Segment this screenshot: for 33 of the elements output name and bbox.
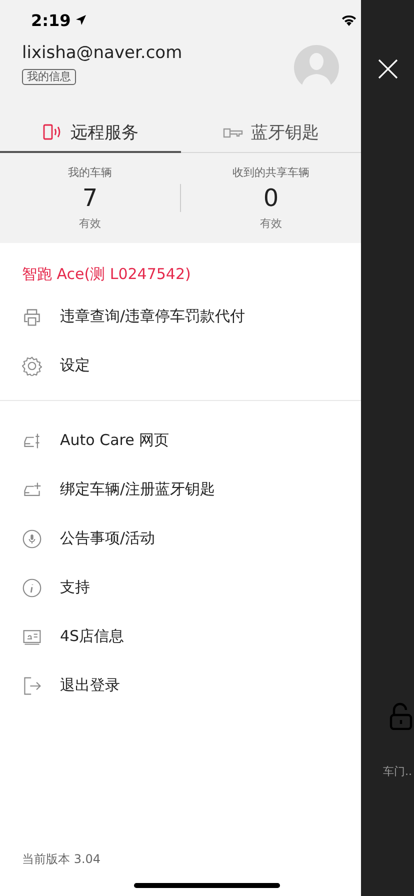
menu-item[interactable]: 退出登录 <box>0 661 361 710</box>
settings-icon <box>22 356 42 376</box>
phone-signal-icon <box>42 122 62 142</box>
stat-label: 收到的共享车辆 <box>232 165 310 180</box>
stat-label: 我的车辆 <box>68 165 112 180</box>
vehicle-title: 智跑 Ace(测 L0247542) <box>21 264 192 285</box>
logout-icon <box>22 676 42 696</box>
version-label: 当前版本 3.04 <box>22 852 101 866</box>
location-arrow-icon <box>74 14 87 26</box>
tab[interactable]: 远程服务 <box>0 113 180 153</box>
menu-item[interactable]: 4S店信息 <box>0 612 361 661</box>
menu-item[interactable]: 支持 <box>0 563 361 612</box>
avatar-icon <box>294 45 339 90</box>
tab[interactable]: 蓝牙钥匙 <box>180 113 361 153</box>
close-icon[interactable] <box>376 58 398 80</box>
unlocked-padlock-icon <box>388 702 412 730</box>
menu-item[interactable]: Auto Care 网页 <box>0 416 361 465</box>
printer-icon <box>22 306 42 326</box>
stat-count: 7 <box>82 184 98 212</box>
status-time: 2:19 <box>31 10 71 30</box>
menu-item[interactable]: 公告事项/活动 <box>0 514 361 563</box>
account-email: lixisha@naver.com <box>22 43 182 63</box>
wifi-icon <box>341 14 357 26</box>
door-label: 车门.. <box>383 764 412 779</box>
menu-item[interactable]: 设定 <box>0 341 361 390</box>
stat-count: 0 <box>263 184 279 212</box>
stat-status: 有效 <box>79 216 101 231</box>
menu-item[interactable]: 违章查询/违章停车罚款代付 <box>0 292 361 341</box>
microphone-icon <box>22 528 42 548</box>
info-icon <box>22 578 42 598</box>
menu-item[interactable]: 绑定车辆/注册蓝牙钥匙 <box>0 465 361 514</box>
my-info-button[interactable]: 我的信息 <box>22 69 76 85</box>
stat-status: 有效 <box>260 216 282 231</box>
